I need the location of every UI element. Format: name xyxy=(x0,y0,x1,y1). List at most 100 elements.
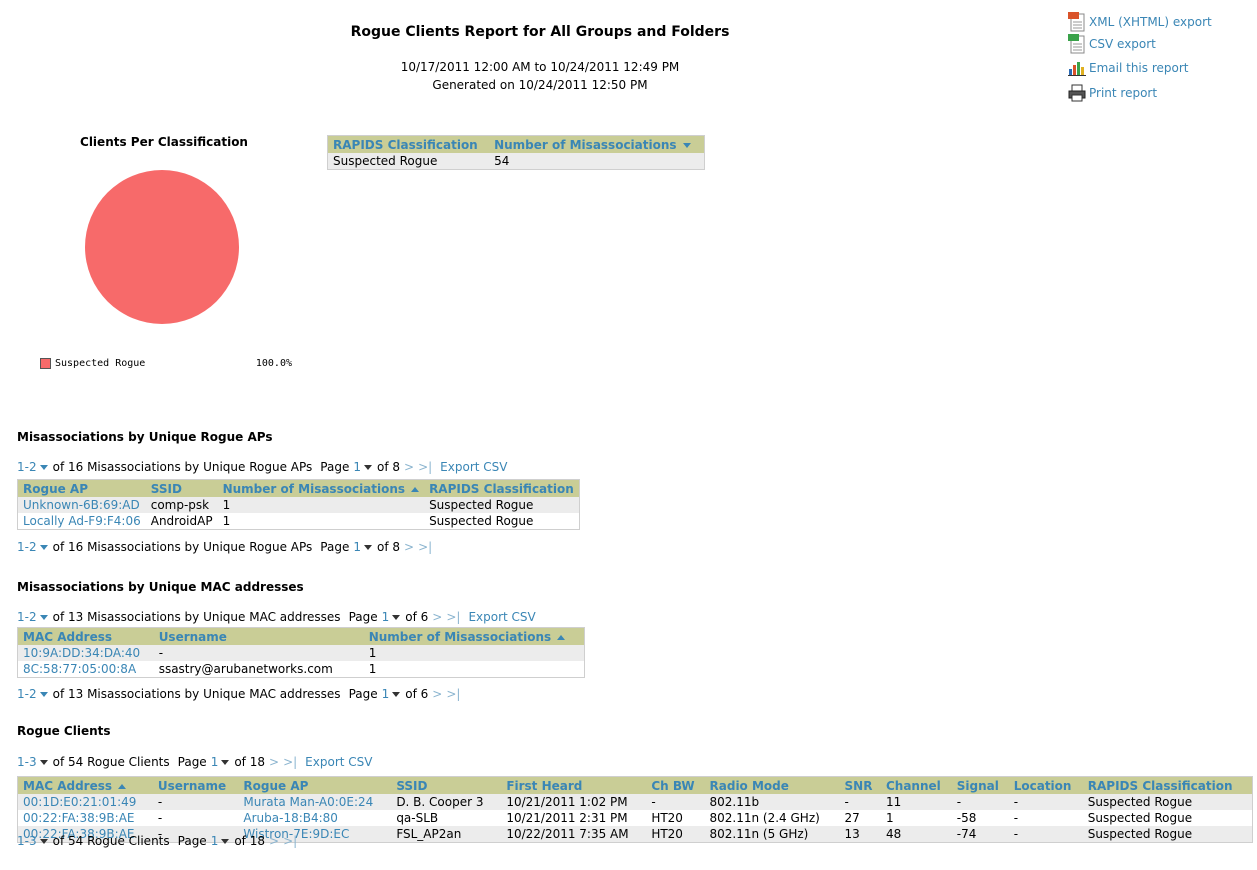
mac-pager-bottom: 1-2 of 13 Misassociations by Unique MAC … xyxy=(17,687,460,701)
page-of: of 8 xyxy=(376,540,400,554)
print-report-link[interactable]: Print report xyxy=(1068,84,1157,102)
sort-desc-icon xyxy=(682,142,691,148)
email-report-link[interactable]: Email this report xyxy=(1068,60,1188,76)
col-username[interactable]: Username xyxy=(152,776,239,794)
range-selector[interactable]: 1-3 xyxy=(17,755,37,769)
chevron-down-icon[interactable] xyxy=(39,691,48,697)
page-label: Page xyxy=(348,610,378,624)
page-selector[interactable]: 1 xyxy=(211,834,219,848)
chevron-down-icon[interactable] xyxy=(363,464,372,470)
chevron-down-icon[interactable] xyxy=(39,464,48,470)
page-label: Page xyxy=(320,460,350,474)
csv-export-link[interactable]: CSV export xyxy=(1068,34,1156,54)
next-page-button[interactable]: > xyxy=(432,610,442,624)
range-selector[interactable]: 1-2 xyxy=(17,460,37,474)
last-page-button[interactable]: >| xyxy=(418,460,432,474)
col-rogue-ap[interactable]: Rogue AP xyxy=(238,776,392,794)
next-page-button[interactable]: > xyxy=(269,755,279,769)
mac-address-link[interactable]: 00:22:FA:38:9B:AE xyxy=(17,810,153,826)
next-page-button[interactable]: > xyxy=(404,540,414,554)
col-radio-mode[interactable]: Radio Mode xyxy=(704,776,840,794)
range-selector[interactable]: 1-2 xyxy=(17,610,37,624)
next-page-button[interactable]: > xyxy=(404,460,414,474)
chevron-down-icon[interactable] xyxy=(221,838,230,844)
next-page-button[interactable]: > xyxy=(432,687,442,701)
col-ssid[interactable]: SSID xyxy=(391,776,502,794)
col-ssid[interactable]: SSID xyxy=(145,479,218,497)
cell-snr: - xyxy=(839,794,881,810)
chevron-down-icon[interactable] xyxy=(392,691,401,697)
page-selector[interactable]: 1 xyxy=(353,540,361,554)
print-report-label[interactable]: Print report xyxy=(1089,86,1157,100)
table-cell: ssastry@arubanetworks.com xyxy=(153,661,364,678)
page-selector[interactable]: 1 xyxy=(353,460,361,474)
col-number-misassociations[interactable]: Number of Misassociations xyxy=(363,627,585,645)
range-selector[interactable]: 1-2 xyxy=(17,687,37,701)
mac-address-link[interactable]: 8C:58:77:05:00:8A xyxy=(17,661,154,678)
xml-export-link[interactable]: XML (XHTML) export xyxy=(1068,12,1212,32)
chevron-down-icon[interactable] xyxy=(392,614,401,620)
report-date-range: 10/17/2011 12:00 AM to 10/24/2011 12:49 … xyxy=(400,60,680,74)
cell-radio-mode: 802.11b xyxy=(704,794,840,810)
page-selector[interactable]: 1 xyxy=(382,610,390,624)
mac-pager-top: 1-2 of 13 Misassociations by Unique MAC … xyxy=(17,610,536,624)
range-selector[interactable]: 1-2 xyxy=(17,540,37,554)
next-page-button[interactable]: > xyxy=(269,834,279,848)
page-of: of 6 xyxy=(405,687,429,701)
chevron-down-icon[interactable] xyxy=(39,838,48,844)
pie-chart xyxy=(85,170,239,324)
page-selector[interactable]: 1 xyxy=(211,755,219,769)
col-channel[interactable]: Channel xyxy=(880,776,952,794)
rogue-clients-pager-top: 1-3 of 54 Rogue Clients Page 1 of 18 > >… xyxy=(17,755,372,769)
cell-radio-mode: 802.11n (2.4 GHz) xyxy=(704,810,840,826)
col-ch-bw[interactable]: Ch BW xyxy=(646,776,705,794)
page-selector[interactable]: 1 xyxy=(382,687,390,701)
last-page-button[interactable]: >| xyxy=(418,540,432,554)
last-page-button[interactable]: >| xyxy=(283,834,297,848)
chevron-down-icon[interactable] xyxy=(221,759,230,765)
chevron-down-icon[interactable] xyxy=(39,759,48,765)
rogue-aps-heading: Misassociations by Unique Rogue APs xyxy=(17,430,273,444)
col-rapids-classification[interactable]: RAPIDS Classification xyxy=(327,135,490,153)
col-snr[interactable]: SNR xyxy=(839,776,881,794)
col-rapids-classification[interactable]: RAPIDS Classification xyxy=(424,479,580,497)
col-first-heard[interactable]: First Heard xyxy=(501,776,647,794)
mac-address-link[interactable]: 10:9A:DD:34:DA:40 xyxy=(17,645,154,661)
export-csv-link[interactable]: Export CSV xyxy=(468,610,535,624)
col-signal[interactable]: Signal xyxy=(951,776,1009,794)
col-rogue-ap[interactable]: Rogue AP xyxy=(17,479,146,497)
chevron-down-icon[interactable] xyxy=(39,614,48,620)
mac-address-link[interactable]: 00:1D:E0:21:01:49 xyxy=(17,794,153,810)
report-generated-date: Generated on 10/24/2011 12:50 PM xyxy=(432,78,648,92)
sort-asc-icon xyxy=(118,783,127,789)
export-csv-link[interactable]: Export CSV xyxy=(440,460,507,474)
table-header-row: RAPIDS Classification Number of Misassoc… xyxy=(327,135,705,153)
col-rapids-classification[interactable]: RAPIDS Classification xyxy=(1082,776,1253,794)
col-location[interactable]: Location xyxy=(1008,776,1083,794)
csv-file-icon xyxy=(1068,34,1085,54)
last-page-button[interactable]: >| xyxy=(446,610,460,624)
col-mac-address[interactable]: MAC Address xyxy=(17,627,154,645)
page-of: of 8 xyxy=(376,460,400,474)
range-selector[interactable]: 1-3 xyxy=(17,834,37,848)
table-cell: AndroidAP xyxy=(145,513,218,530)
last-page-button[interactable]: >| xyxy=(283,755,297,769)
chevron-down-icon[interactable] xyxy=(363,544,372,550)
xml-export-label[interactable]: XML (XHTML) export xyxy=(1089,15,1212,29)
col-number-misassociations[interactable]: Number of Misassociations xyxy=(217,479,425,497)
rogue-ap-link[interactable]: Unknown-6B:69:AD xyxy=(17,497,146,513)
last-page-button[interactable]: >| xyxy=(446,687,460,701)
export-csv-link[interactable]: Export CSV xyxy=(305,755,372,769)
rogue-ap-link[interactable]: Locally Ad-F9:F4:06 xyxy=(17,513,146,530)
rogue-ap-link[interactable]: Murata Man-A0:0E:24 xyxy=(238,794,392,810)
col-mac-address[interactable]: MAC Address xyxy=(17,776,153,794)
col-username[interactable]: Username xyxy=(153,627,364,645)
rogue-ap-link[interactable]: Aruba-18:B4:80 xyxy=(238,810,392,826)
email-report-label[interactable]: Email this report xyxy=(1089,61,1188,75)
col-number-misassociations[interactable]: Number of Misassociations xyxy=(489,135,705,153)
chevron-down-icon[interactable] xyxy=(39,544,48,550)
pager-text: of 13 Misassociations by Unique MAC addr… xyxy=(52,687,341,701)
csv-export-label[interactable]: CSV export xyxy=(1089,37,1156,51)
table-cell: Suspected Rogue xyxy=(424,513,580,530)
pager-text: of 16 Misassociations by Unique Rogue AP… xyxy=(52,540,313,554)
